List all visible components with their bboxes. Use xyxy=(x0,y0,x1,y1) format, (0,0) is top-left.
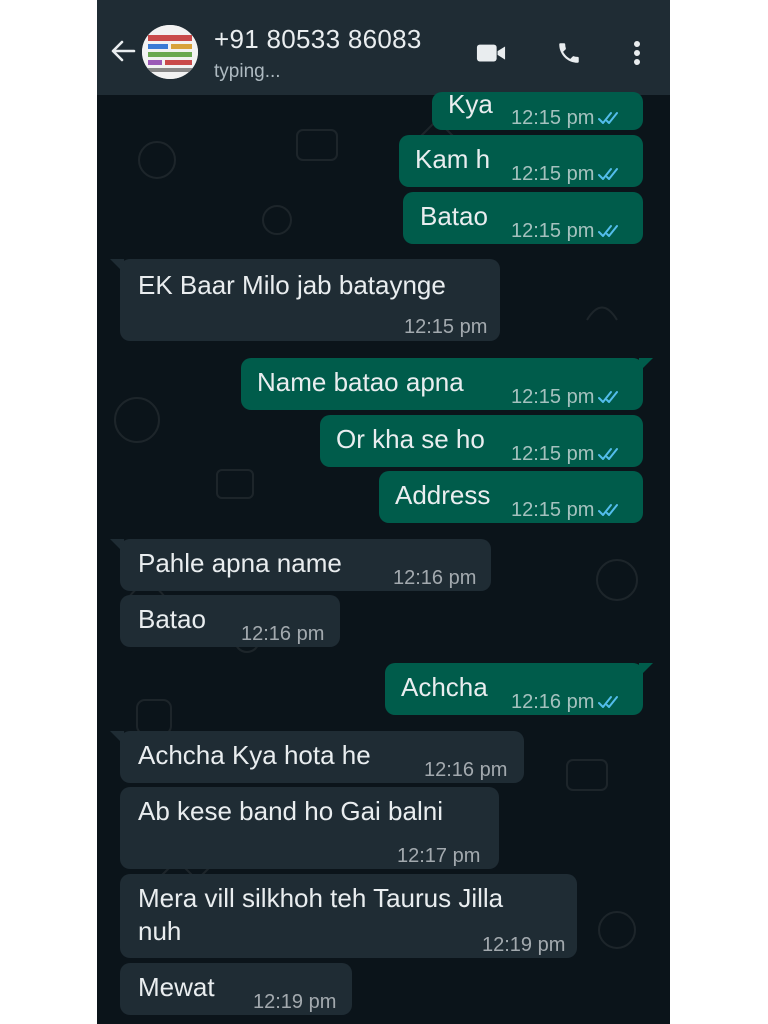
message-bubble[interactable]: EK Baar Milo jab bataynge 12:15 pm xyxy=(110,259,500,341)
message-time: 12:16 pm xyxy=(241,623,325,645)
message-bubble[interactable]: Address 12:15 pm xyxy=(379,471,643,523)
message-time: 12:15 pm xyxy=(404,316,488,338)
more-options-icon[interactable] xyxy=(622,38,652,68)
chat-header: +91 80533 86083 typing... xyxy=(97,0,670,95)
message-bubble[interactable]: Mewat 12:19 pm xyxy=(120,963,352,1015)
message-time: 12:15 pm xyxy=(511,386,595,408)
contact-avatar[interactable] xyxy=(142,25,198,79)
message-text: Kya xyxy=(448,89,493,119)
message-bubble[interactable]: Mera vill silkhoh teh Taurus Jilla nuh 1… xyxy=(120,874,577,958)
read-ticks-icon xyxy=(598,390,622,404)
contact-name[interactable]: +91 80533 86083 xyxy=(214,24,422,55)
message-bubble[interactable]: Kam h 12:15 pm xyxy=(399,135,643,187)
message-text: Ab kese band ho Gai balni xyxy=(138,796,443,826)
message-time: 12:16 pm xyxy=(424,759,508,781)
message-time: 12:15 pm xyxy=(511,443,595,465)
read-ticks-icon xyxy=(598,224,622,238)
video-call-icon[interactable] xyxy=(476,38,506,68)
message-text: Kam h xyxy=(415,144,491,174)
message-text: Achcha xyxy=(401,672,488,702)
message-text: Name batao apna xyxy=(257,367,464,397)
message-time: 12:19 pm xyxy=(253,991,337,1013)
message-text: Batao xyxy=(138,604,206,634)
message-time: 12:17 pm xyxy=(397,845,481,867)
message-bubble[interactable]: Pahle apna name 12:16 pm xyxy=(110,539,491,591)
message-text: Mewat xyxy=(138,972,215,1002)
message-bubble[interactable]: Batao 12:15 pm xyxy=(403,192,643,244)
message-text-line-2: nuh xyxy=(138,916,182,946)
message-bubble[interactable]: Name batao apna 12:15 pm xyxy=(241,358,653,410)
message-time: 12:19 pm xyxy=(482,934,566,956)
voice-call-icon[interactable] xyxy=(554,38,584,68)
message-bubble[interactable]: Ab kese band ho Gai balni 12:17 pm xyxy=(120,787,499,869)
message-time: 12:16 pm xyxy=(393,567,477,589)
message-text: Achcha Kya hota he xyxy=(138,740,371,770)
message-text: EK Baar Milo jab bataynge xyxy=(138,270,446,300)
message-text: Or kha se ho xyxy=(336,424,485,454)
read-ticks-icon xyxy=(598,447,622,461)
message-text: Pahle apna name xyxy=(138,548,342,578)
back-arrow-icon[interactable] xyxy=(109,36,137,66)
read-ticks-icon xyxy=(598,111,622,125)
chat-screen: +91 80533 86083 typing... Kya 12:15 pm K… xyxy=(97,0,670,1024)
message-text: Batao xyxy=(420,201,488,231)
read-ticks-icon xyxy=(598,167,622,181)
message-bubble[interactable]: Achcha Kya hota he 12:16 pm xyxy=(110,731,524,783)
message-bubble[interactable]: Or kha se ho 12:15 pm xyxy=(320,415,643,467)
typing-status: typing... xyxy=(214,61,281,82)
message-bubble[interactable]: Achcha 12:16 pm xyxy=(385,663,653,715)
message-time: 12:15 pm xyxy=(511,220,595,242)
message-text: Address xyxy=(395,480,491,510)
message-time: 12:15 pm xyxy=(511,163,595,185)
message-time: 12:15 pm xyxy=(511,107,595,129)
message-bubble[interactable]: Batao 12:16 pm xyxy=(120,595,340,647)
message-time: 12:15 pm xyxy=(511,499,595,521)
read-ticks-icon xyxy=(598,503,622,517)
message-text: Mera vill silkhoh teh Taurus Jilla xyxy=(138,883,504,913)
message-bubble[interactable]: Kya 12:15 pm xyxy=(432,89,643,130)
message-time: 12:16 pm xyxy=(511,691,595,713)
read-ticks-icon xyxy=(598,695,622,709)
